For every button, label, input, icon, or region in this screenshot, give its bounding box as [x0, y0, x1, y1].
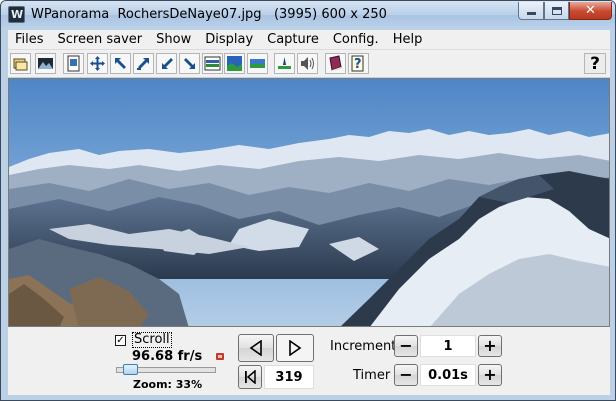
zoom-slider-thumb[interactable]: [123, 364, 138, 375]
checkmark-icon: ✓: [116, 335, 125, 346]
zoom-in-button[interactable]: [110, 53, 131, 74]
scene-icon: [250, 59, 265, 68]
fps-readout: 96.68 fr/s: [132, 349, 203, 364]
toolbar: ? ?: [8, 49, 610, 77]
increment-decrease-button[interactable]: −: [394, 335, 418, 357]
picture-icon: [38, 58, 53, 69]
move-icon: [90, 56, 105, 71]
maximize-button[interactable]: [544, 2, 569, 20]
position-field[interactable]: 319: [264, 365, 314, 389]
plus-icon: +: [483, 336, 497, 355]
book-icon: [329, 55, 342, 71]
panorama-view[interactable]: [8, 78, 610, 327]
scroll-checkbox[interactable]: ✓: [115, 335, 126, 346]
minus-icon: −: [399, 365, 413, 384]
scroll-label[interactable]: Scroll: [132, 332, 172, 348]
expand-ne-icon: [137, 58, 149, 70]
open-file-button[interactable]: [10, 53, 31, 74]
window-title: WPanorama RochersDeNaye07.jpg (3995) 600…: [31, 7, 387, 22]
menu-help[interactable]: Help: [386, 32, 430, 47]
expand-ne-button[interactable]: [133, 53, 154, 74]
shrink-button[interactable]: [156, 53, 177, 74]
expand-se-icon: [184, 58, 195, 69]
tripod-button[interactable]: [274, 53, 295, 74]
zoom-in-icon: [115, 58, 126, 69]
triangle-left-icon: [249, 340, 262, 356]
horizon-icon: [204, 56, 221, 71]
picture-button[interactable]: [35, 53, 56, 74]
minimize-icon: [526, 12, 536, 15]
timer-label: Timer: [353, 368, 391, 383]
close-button[interactable]: ✕: [569, 2, 612, 20]
triangle-right-icon: [289, 340, 302, 356]
increment-label: Increment: [330, 339, 397, 354]
speed-indicator-icon: [216, 353, 224, 360]
timer-field[interactable]: 0.01s: [420, 364, 476, 386]
increment-field[interactable]: 1: [420, 335, 476, 357]
book-button[interactable]: [325, 53, 346, 74]
minus-icon: −: [399, 336, 413, 355]
menu-files[interactable]: Files: [8, 32, 51, 47]
help-document-icon: ?: [351, 55, 364, 72]
app-window: WPanorama RochersDeNaye07.jpg (3995) 600…: [0, 0, 616, 401]
menu-screen-saver[interactable]: Screen saver: [51, 32, 150, 47]
open-file-icon: [13, 58, 28, 71]
control-panel: ✓ Scroll 96.68 fr/s Zoom: 33% 319 Increm…: [8, 327, 610, 395]
go-to-start-button[interactable]: [238, 365, 262, 389]
title-bar[interactable]: WPanorama RochersDeNaye07.jpg (3995) 600…: [1, 1, 615, 29]
scroll-right-button[interactable]: [276, 334, 314, 362]
shrink-icon: [162, 58, 173, 69]
panorama-image: [9, 79, 609, 326]
menu-display[interactable]: Display: [198, 32, 260, 47]
landscape-icon: [227, 56, 242, 71]
svg-text:?: ?: [354, 57, 362, 72]
help-icon: ?: [590, 53, 600, 74]
landscape-button[interactable]: [224, 53, 245, 74]
scene-button[interactable]: [247, 53, 268, 74]
plus-icon: +: [483, 365, 497, 384]
horizon-button[interactable]: [202, 53, 223, 74]
page-button[interactable]: [63, 53, 84, 74]
expand-se-button[interactable]: [179, 53, 200, 74]
help-document-button[interactable]: ?: [348, 53, 369, 74]
zoom-readout: Zoom: 33%: [133, 378, 203, 391]
sound-icon: [301, 57, 314, 70]
menu-capture[interactable]: Capture: [260, 32, 326, 47]
sound-button[interactable]: [297, 53, 318, 74]
tripod-icon: [278, 57, 291, 69]
move-button[interactable]: [87, 53, 108, 74]
menu-show[interactable]: Show: [149, 32, 198, 47]
app-icon[interactable]: [8, 6, 25, 23]
minimize-button[interactable]: [518, 2, 544, 20]
close-icon: ✕: [585, 3, 596, 18]
scroll-left-button[interactable]: [238, 334, 274, 362]
menu-config[interactable]: Config.: [326, 32, 386, 47]
timer-decrease-button[interactable]: −: [394, 364, 418, 386]
menu-bar: Files Screen saver Show Display Capture …: [8, 30, 610, 49]
increment-increase-button[interactable]: +: [478, 335, 502, 357]
timer-increase-button[interactable]: +: [478, 364, 502, 386]
page-icon: [67, 55, 80, 72]
maximize-icon: [551, 6, 562, 15]
skip-start-icon: [245, 370, 256, 384]
help-button[interactable]: ?: [584, 53, 606, 74]
